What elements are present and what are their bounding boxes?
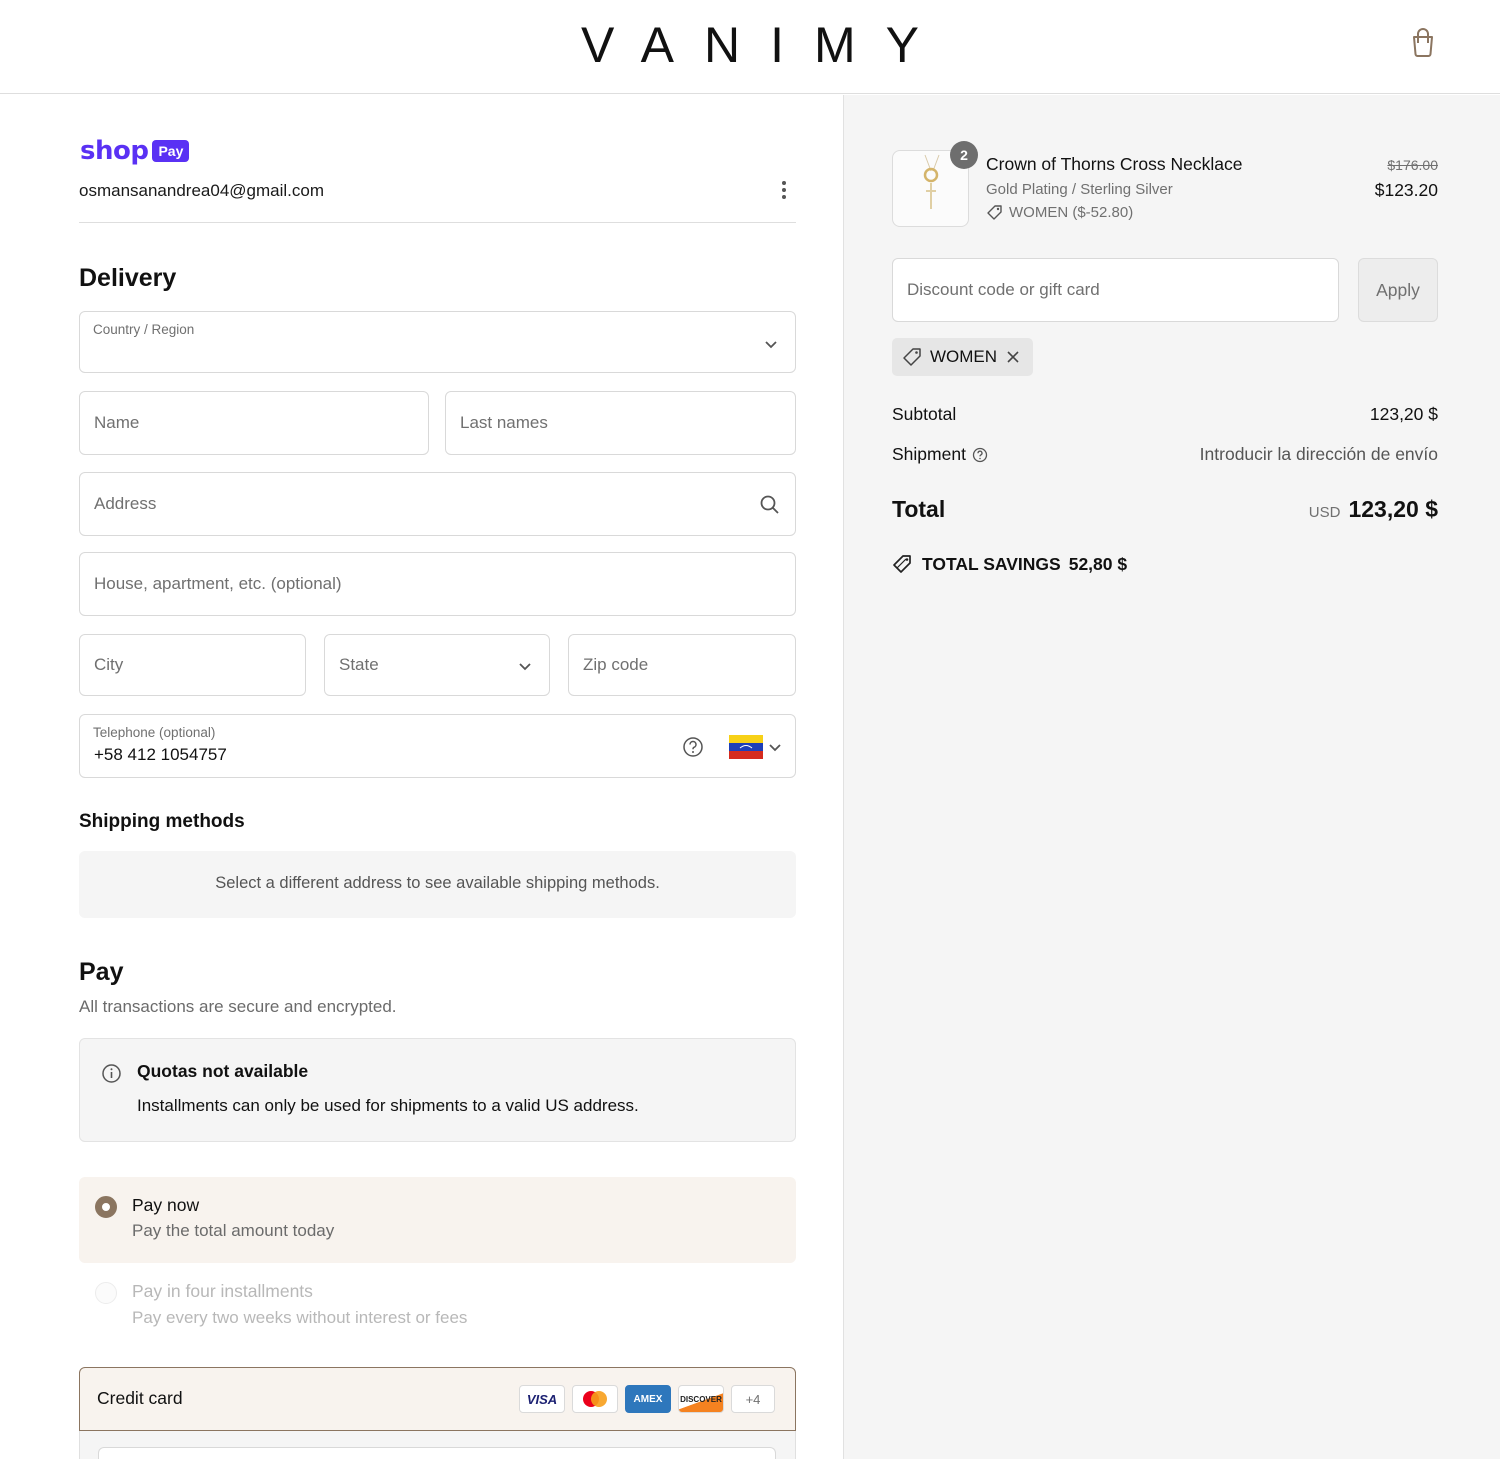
shipping-notice-text: Select a different address to see availa… bbox=[215, 874, 660, 892]
quantity-badge: 2 bbox=[950, 141, 978, 169]
total-label: Total bbox=[892, 496, 946, 522]
site-header: VANIMY bbox=[0, 0, 1500, 94]
shipment-label-row: Shipment bbox=[892, 444, 988, 465]
shipment-value: Introducir la dirección de envío bbox=[1199, 444, 1438, 464]
mastercard-icon bbox=[572, 1385, 618, 1413]
first-name-placeholder: Name bbox=[94, 413, 140, 432]
total-savings-value: 52,80 $ bbox=[1068, 553, 1128, 574]
installments-title: Pay in four installments bbox=[132, 1281, 313, 1301]
brand-logo[interactable]: VANIMY bbox=[0, 16, 1500, 74]
pay-subtitle: All transactions are secure and encrypte… bbox=[79, 997, 397, 1016]
apartment-field[interactable]: House, apartment, etc. (optional) bbox=[79, 552, 796, 616]
first-name-field[interactable]: Name bbox=[79, 391, 429, 455]
credit-card-option[interactable]: Credit card VISA AMEX DISCOVER +4 bbox=[79, 1367, 796, 1431]
info-icon bbox=[102, 1064, 121, 1083]
chevron-down-icon bbox=[519, 663, 531, 671]
chevron-down-icon[interactable] bbox=[768, 742, 782, 752]
credit-card-label: Credit card bbox=[97, 1388, 183, 1408]
total-value: 123,20 $ bbox=[1348, 496, 1438, 522]
tag-icon bbox=[987, 205, 1002, 220]
discount-code-input[interactable]: Discount code or gift card bbox=[892, 258, 1339, 322]
city-field[interactable]: City bbox=[79, 634, 306, 696]
delivery-heading: Delivery bbox=[79, 264, 177, 292]
installments-option[interactable]: Pay in four installments Pay every two w… bbox=[79, 1270, 796, 1340]
discover-icon: DISCOVER bbox=[678, 1385, 724, 1413]
zip-code-field[interactable]: Zip code bbox=[568, 634, 796, 696]
pay-now-radio[interactable] bbox=[95, 1196, 117, 1218]
applied-discount-chip: WOMEN bbox=[892, 338, 1034, 376]
installments-radio[interactable] bbox=[95, 1282, 117, 1304]
country-label: Country / Region bbox=[93, 322, 195, 337]
quota-description: Installments can only be used for shipme… bbox=[137, 1096, 639, 1115]
shop-pay-badge: Pay bbox=[152, 140, 190, 162]
remove-discount-icon[interactable] bbox=[1005, 349, 1021, 365]
product-variant: Gold Plating / Sterling Silver bbox=[986, 181, 1173, 198]
subtotal-label: Subtotal bbox=[892, 404, 957, 424]
total-currency: USD bbox=[1308, 504, 1341, 521]
quota-title: Quotas not available bbox=[137, 1061, 309, 1081]
shipping-notice: Select a different address to see availa… bbox=[79, 851, 796, 918]
applied-code: WOMEN bbox=[930, 347, 998, 366]
pay-now-title: Pay now bbox=[132, 1195, 200, 1215]
shop-pay-logo: shop Pay bbox=[80, 136, 190, 166]
address-field[interactable]: Address bbox=[79, 472, 796, 536]
total-savings-label: TOTAL SAVINGS bbox=[922, 553, 1061, 574]
last-names-placeholder: Last names bbox=[460, 413, 548, 432]
card-number-field[interactable] bbox=[98, 1447, 776, 1459]
help-icon[interactable] bbox=[682, 736, 704, 758]
search-icon[interactable] bbox=[759, 494, 781, 516]
subtotal-value: 123,20 $ bbox=[1369, 404, 1438, 424]
tag-icon bbox=[903, 348, 921, 366]
original-price: $176.00 bbox=[1387, 157, 1438, 173]
pay-now-option[interactable]: Pay now Pay the total amount today bbox=[79, 1177, 796, 1263]
address-placeholder: Address bbox=[94, 494, 157, 513]
telephone-field[interactable]: Telephone (optional) +58 412 1054757 bbox=[79, 714, 796, 778]
telephone-label: Telephone (optional) bbox=[93, 725, 216, 740]
total-savings-row: TOTAL SAVINGS 52,80 $ bbox=[892, 553, 1127, 575]
zip-code-placeholder: Zip code bbox=[583, 655, 649, 674]
shopping-bag-icon[interactable] bbox=[1408, 26, 1438, 58]
shipping-methods-heading: Shipping methods bbox=[79, 811, 245, 832]
amex-icon: AMEX bbox=[625, 1385, 671, 1413]
telephone-value: +58 412 1054757 bbox=[94, 745, 227, 764]
chevron-down-icon bbox=[765, 341, 777, 349]
shop-pay-word: shop bbox=[80, 136, 149, 166]
kebab-menu-icon[interactable] bbox=[776, 178, 792, 202]
product-discount-text: WOMEN ($-52.80) bbox=[1009, 204, 1134, 221]
account-email: osmansanandrea04@gmail.com bbox=[79, 181, 324, 200]
city-placeholder: City bbox=[94, 655, 124, 674]
installments-description: Pay every two weeks without interest or … bbox=[132, 1308, 468, 1327]
savings-tag-icon bbox=[893, 555, 911, 573]
discounted-price: $123.20 bbox=[1374, 180, 1438, 200]
shipment-label: Shipment bbox=[892, 444, 966, 464]
pay-heading: Pay bbox=[79, 958, 124, 986]
apartment-placeholder: House, apartment, etc. (optional) bbox=[94, 574, 342, 593]
state-select[interactable]: State bbox=[324, 634, 550, 696]
quota-notice: Quotas not available Installments can on… bbox=[79, 1038, 796, 1142]
country-select[interactable]: Country / Region bbox=[79, 311, 796, 373]
pay-now-description: Pay the total amount today bbox=[132, 1221, 335, 1240]
last-names-field[interactable]: Last names bbox=[445, 391, 796, 455]
discount-code-placeholder: Discount code or gift card bbox=[907, 280, 1100, 299]
venezuela-flag-icon[interactable] bbox=[729, 735, 763, 759]
visa-icon: VISA bbox=[519, 1385, 565, 1413]
help-icon[interactable] bbox=[972, 447, 988, 463]
product-discount: WOMEN ($-52.80) bbox=[986, 204, 1133, 221]
apply-button[interactable]: Apply bbox=[1358, 258, 1438, 322]
total-value-row: USD 123,20 $ bbox=[1309, 496, 1438, 523]
more-cards-badge: +4 bbox=[731, 1385, 775, 1413]
divider bbox=[79, 222, 796, 223]
product-name: Crown of Thorns Cross Necklace bbox=[986, 154, 1243, 174]
state-placeholder: State bbox=[339, 655, 379, 674]
